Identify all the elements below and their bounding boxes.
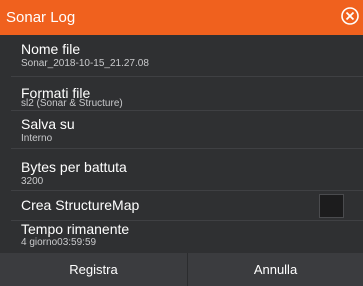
file-name-label: Nome file bbox=[21, 41, 81, 57]
bytes-per-sounding-label: Bytes per battuta bbox=[21, 159, 127, 175]
file-format-row[interactable]: Formati file sl2 (Sonar & Structure) bbox=[11, 77, 363, 111]
cancel-button[interactable]: Annulla bbox=[188, 253, 363, 286]
save-to-label: Salva su bbox=[21, 116, 75, 132]
time-remaining-value: 4 giorno03:59:59 bbox=[21, 237, 97, 248]
file-format-value: sl2 (Sonar & Structure) bbox=[21, 98, 123, 109]
file-name-row[interactable]: Nome file Sonar_2018-10-15_21.27.08 bbox=[11, 35, 363, 77]
save-to-value: Interno bbox=[21, 133, 53, 144]
bytes-per-sounding-value: 3200 bbox=[21, 176, 44, 187]
dialog-button-bar: Registra Annulla bbox=[0, 253, 363, 286]
time-remaining-label: Tempo rimanente bbox=[21, 221, 130, 237]
settings-list: Nome file Sonar_2018-10-15_21.27.08 Form… bbox=[11, 35, 363, 251]
file-name-value: Sonar_2018-10-15_21.27.08 bbox=[21, 58, 149, 69]
bytes-per-sounding-row[interactable]: Bytes per battuta 3200 bbox=[11, 149, 363, 191]
record-button[interactable]: Registra bbox=[0, 253, 188, 286]
dialog-titlebar: Sonar Log bbox=[0, 0, 363, 35]
close-icon[interactable] bbox=[341, 7, 359, 25]
save-to-row[interactable]: Salva su Interno bbox=[11, 111, 363, 149]
create-structuremap-label: Crea StructureMap bbox=[21, 197, 140, 213]
time-remaining-row: Tempo rimanente 4 giorno03:59:59 bbox=[11, 221, 363, 251]
dialog-title: Sonar Log bbox=[6, 9, 76, 26]
sonar-log-dialog: Sonar Log Nome file Sonar_2018-10-15_21.… bbox=[0, 0, 363, 286]
create-structuremap-row[interactable]: Crea StructureMap bbox=[11, 191, 363, 221]
create-structuremap-checkbox[interactable] bbox=[319, 194, 344, 218]
